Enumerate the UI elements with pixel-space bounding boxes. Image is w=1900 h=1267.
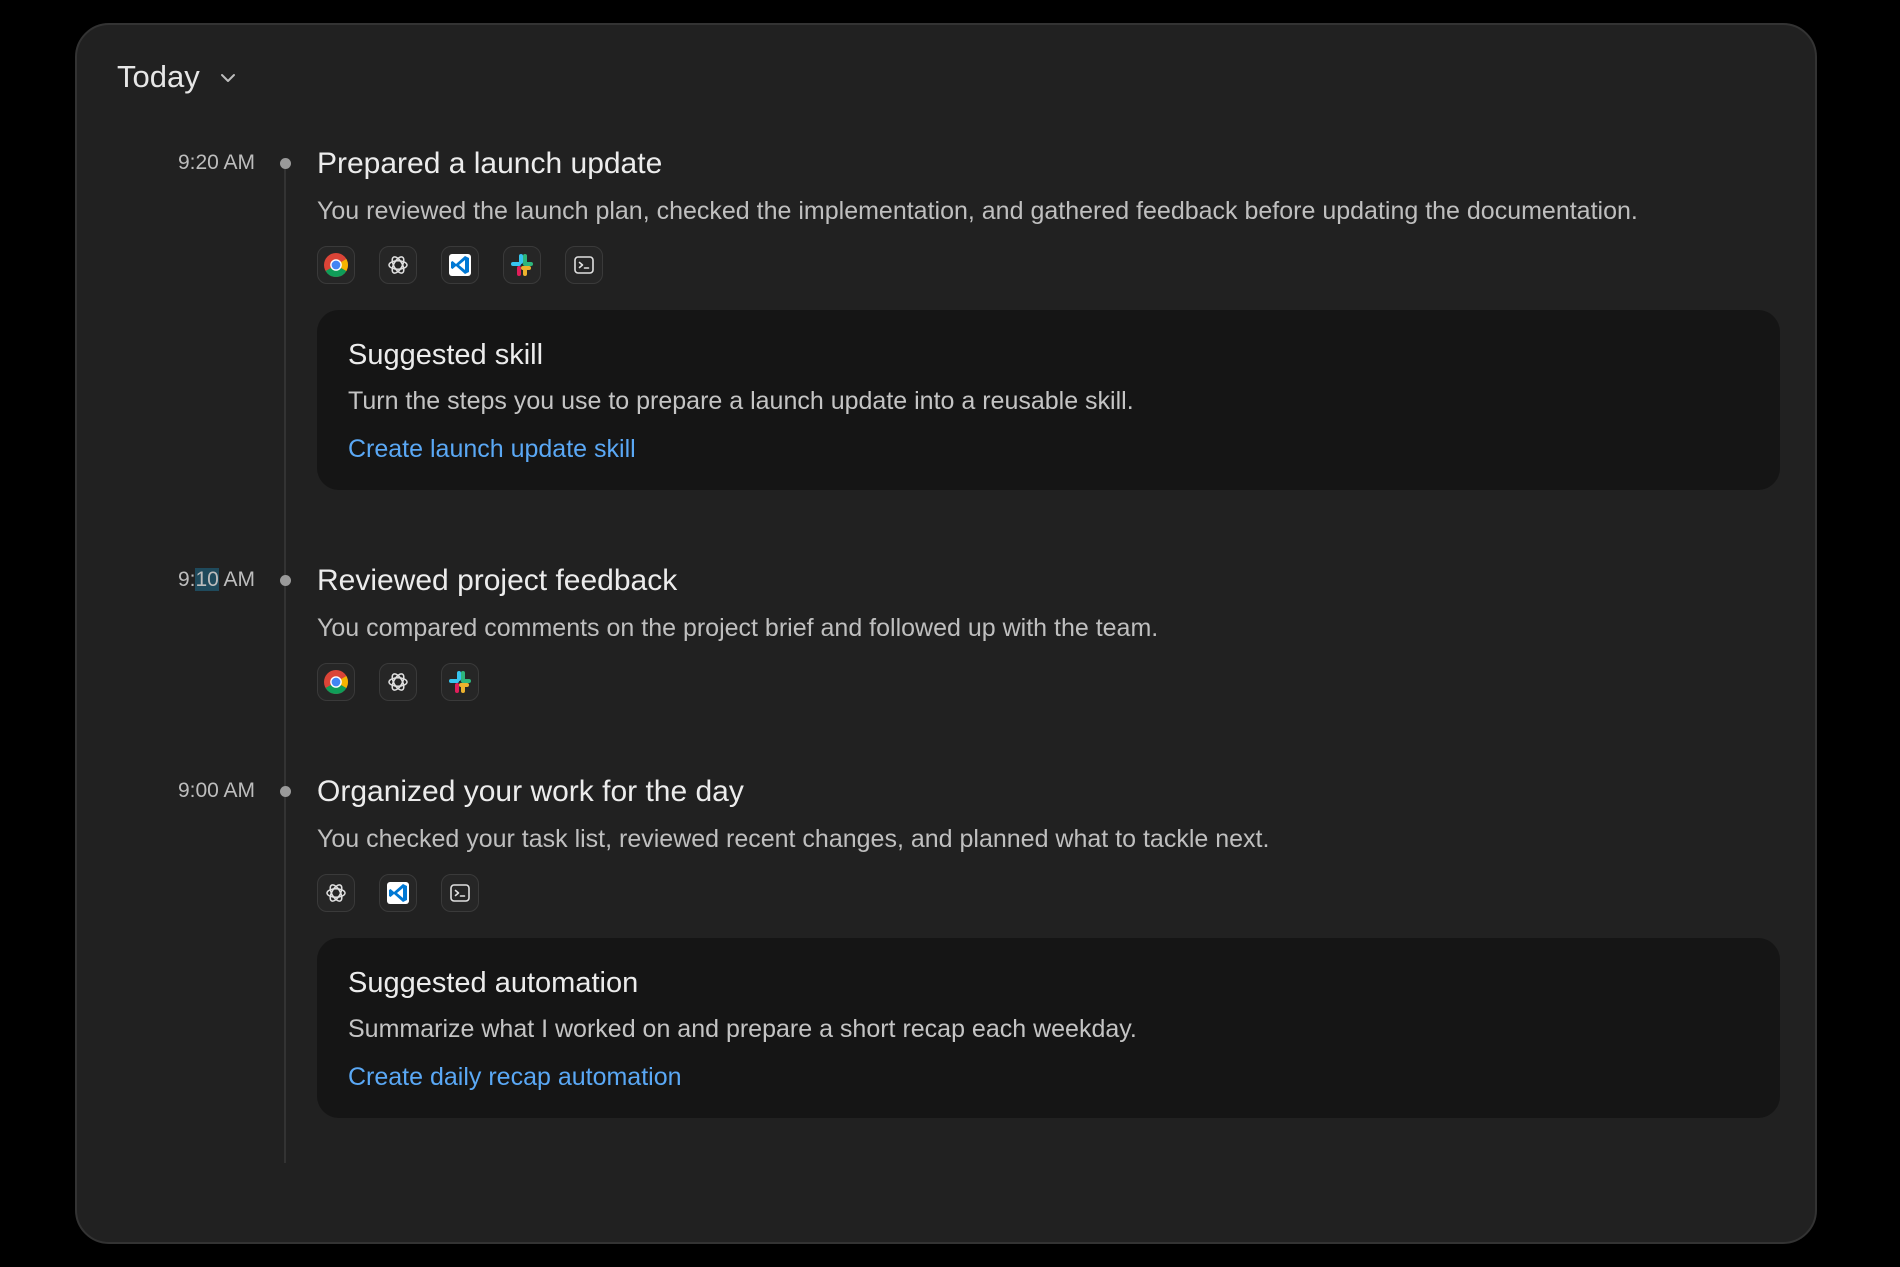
- date-filter-label: Today: [117, 59, 200, 94]
- entry-title[interactable]: Reviewed project feedback: [317, 564, 1775, 598]
- chatgpt-icon: [379, 663, 417, 701]
- app-icons: [317, 246, 1775, 284]
- slack-icon: [503, 246, 541, 284]
- chatgpt-icon: [379, 246, 417, 284]
- timeline-line: [284, 163, 286, 1163]
- app-icons: [317, 874, 1775, 912]
- entry-title[interactable]: Organized your work for the day: [317, 775, 1775, 809]
- entry-time: 9:10 AM: [177, 568, 255, 591]
- terminal-icon: [441, 874, 479, 912]
- app-icons: [317, 663, 1775, 701]
- entry-description: You compared comments on the project bri…: [317, 614, 1159, 642]
- timeline-dot: [280, 786, 291, 797]
- create-skill-link[interactable]: Create launch update skill: [348, 434, 636, 464]
- entry-time: 9:00 AM: [177, 779, 255, 802]
- suggestion-title: Suggested automation: [348, 967, 639, 999]
- entry-title[interactable]: Prepared a launch update: [317, 147, 1775, 181]
- suggestion-description: Summarize what I worked on and prepare a…: [348, 1015, 1137, 1043]
- entry-description: You reviewed the launch plan, checked th…: [317, 197, 1638, 225]
- suggestion-title: Suggested skill: [348, 339, 544, 371]
- chevron-down-icon: [218, 68, 238, 88]
- create-automation-link[interactable]: Create daily recap automation: [348, 1062, 682, 1092]
- vscode-icon: [441, 246, 479, 284]
- entry-time: 9:20 AM: [177, 151, 255, 174]
- activity-panel: Today 9:20 AM Prepared a launch update Y…: [75, 23, 1817, 1244]
- chatgpt-icon: [317, 874, 355, 912]
- suggestion-card: Suggested skill Turn the steps you use t…: [317, 310, 1780, 490]
- date-filter-dropdown[interactable]: Today: [117, 59, 238, 95]
- timeline-dot: [280, 575, 291, 586]
- terminal-icon: [565, 246, 603, 284]
- entry-description: You checked your task list, reviewed rec…: [317, 825, 1270, 853]
- vscode-icon: [379, 874, 417, 912]
- chrome-icon: [317, 246, 355, 284]
- chrome-icon: [317, 663, 355, 701]
- timeline-dot: [280, 158, 291, 169]
- slack-icon: [441, 663, 479, 701]
- suggestion-description: Turn the steps you use to prepare a laun…: [348, 387, 1134, 415]
- suggestion-card: Suggested automation Summarize what I wo…: [317, 938, 1780, 1118]
